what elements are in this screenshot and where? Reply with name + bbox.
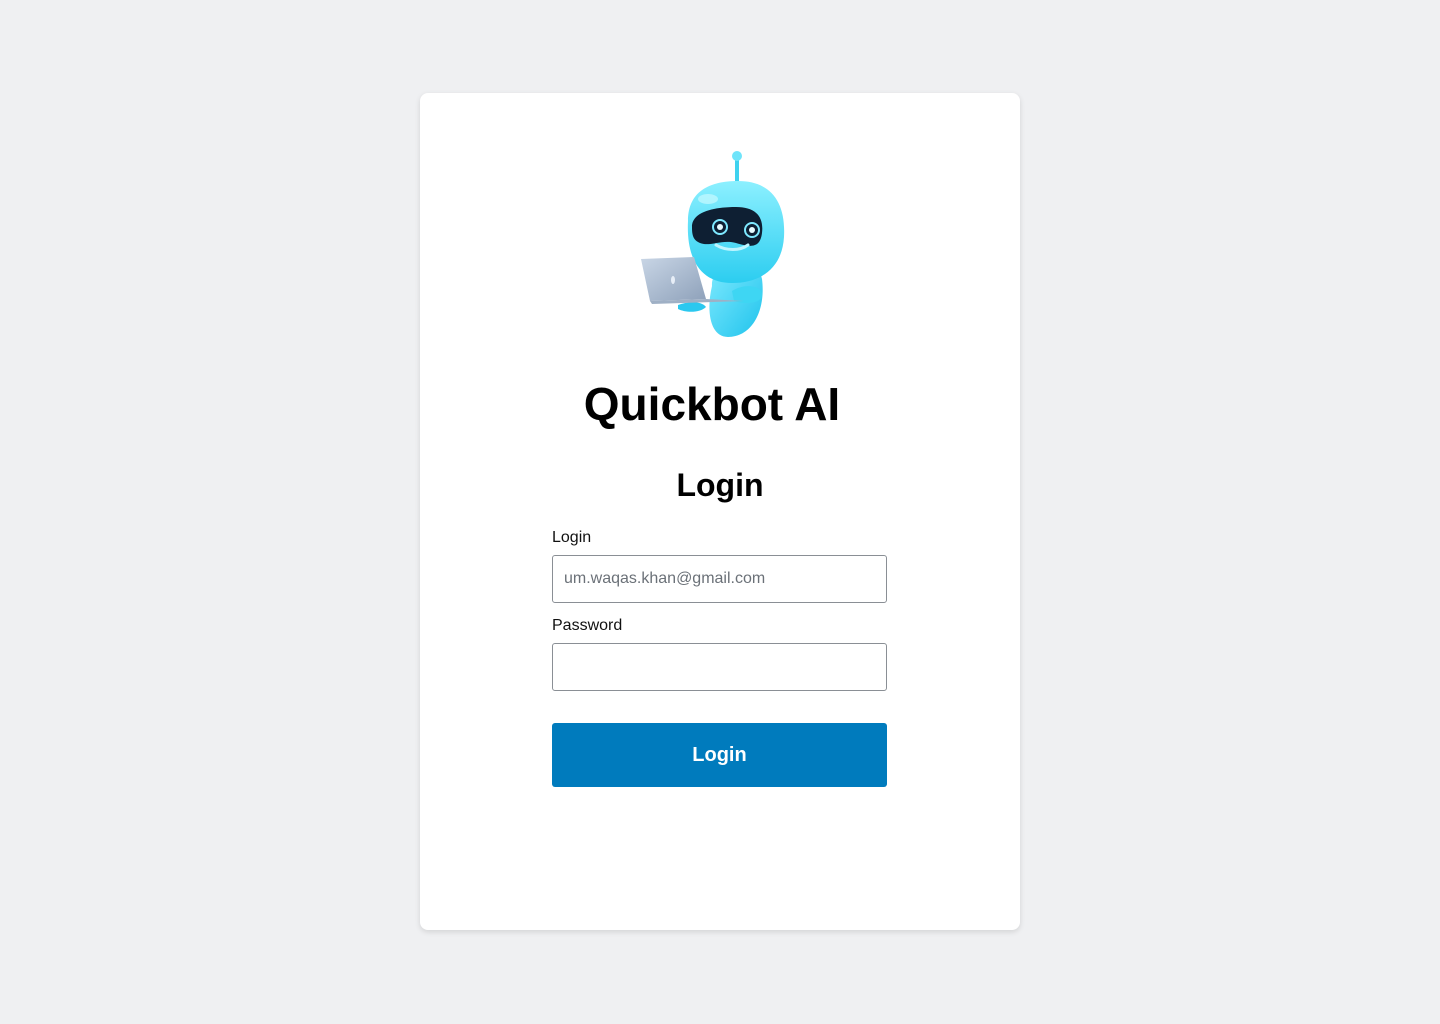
- password-label: Password: [552, 617, 623, 634]
- login-button[interactable]: Login: [552, 723, 887, 787]
- login-input[interactable]: [552, 555, 887, 603]
- app-title: Quickbot AI: [583, 378, 841, 430]
- form-title: Login: [676, 467, 764, 503]
- login-label: Login: [552, 529, 592, 546]
- password-input[interactable]: [552, 643, 887, 691]
- robot-with-laptop-icon: [641, 151, 785, 337]
- login-card: Quickbot AI Login Login Password Login: [420, 93, 1020, 930]
